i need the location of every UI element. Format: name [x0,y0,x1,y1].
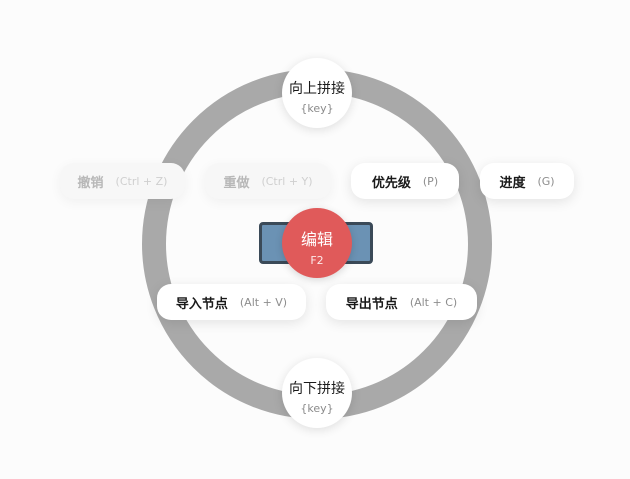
undo-label: 撤销 [77,175,104,191]
redo-button[interactable]: 重做 (Ctrl + Y) [205,163,331,199]
export-node-shortcut: (Alt + C) [409,295,458,309]
undo-shortcut: (Ctrl + Z) [115,174,168,188]
progress-button[interactable]: 进度 (G) [480,163,574,199]
append-up-label: 向上拼接 [289,81,345,97]
export-node-button[interactable]: 导出节点 (Alt + C) [326,284,477,320]
export-node-label: 导出节点 [345,296,398,312]
edit-shortcut: F2 [310,254,324,267]
import-node-label: 导入节点 [175,296,228,312]
undo-button[interactable]: 撤销 (Ctrl + Z) [60,163,185,199]
progress-label: 进度 [499,175,526,191]
redo-shortcut: (Ctrl + Y) [261,174,313,188]
priority-label: 优先级 [371,175,411,191]
import-node-shortcut: (Alt + V) [239,295,288,309]
append-up-button[interactable]: 向上拼接 {key} [282,58,352,128]
append-down-button[interactable]: 向下拼接 {key} [282,358,352,428]
edit-label: 编辑 [300,230,333,249]
append-down-shortcut: {key} [300,402,334,415]
append-down-label: 向下拼接 [289,381,345,397]
append-up-shortcut: {key} [300,102,334,115]
edit-button[interactable]: 编辑 F2 [282,208,352,278]
priority-button[interactable]: 优先级 (P) [351,163,459,199]
redo-label: 重做 [223,175,250,191]
priority-shortcut: (P) [422,174,439,188]
progress-shortcut: (G) [537,174,555,188]
mind-map-canvas: 向上拼接 {key} 向下拼接 {key} 撤销 (Ctrl + Z) 重做 (… [0,0,630,479]
import-node-button[interactable]: 导入节点 (Alt + V) [157,284,306,320]
